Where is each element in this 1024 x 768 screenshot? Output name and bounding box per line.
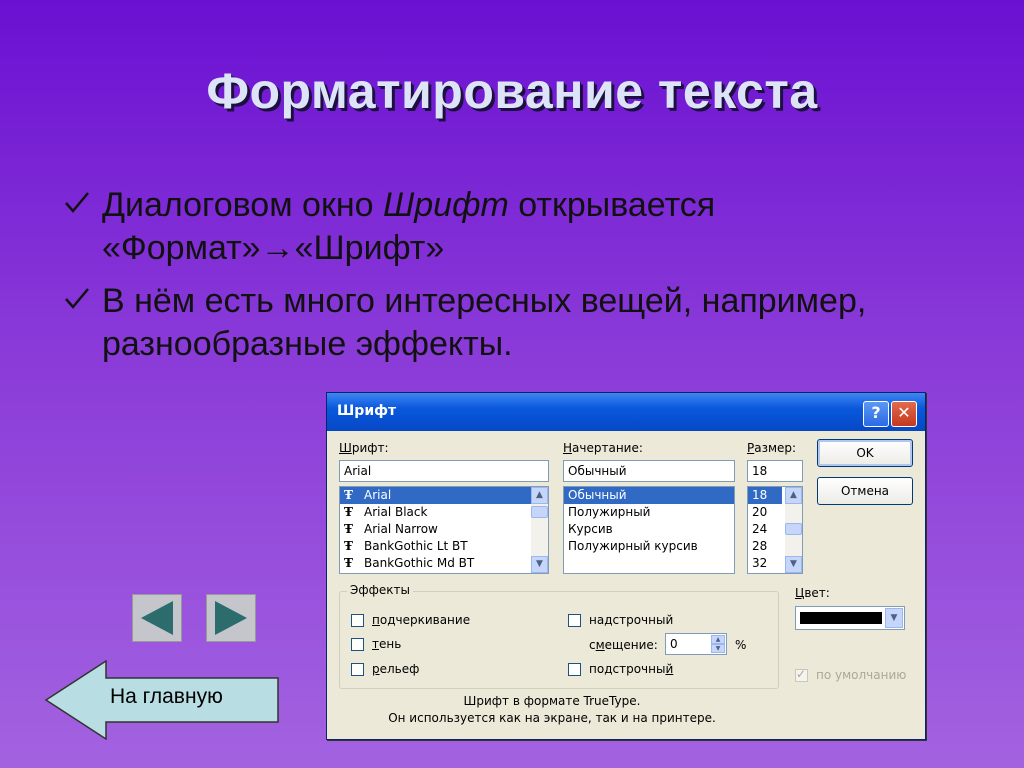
font-info: Шрифт в формате TrueType. Он используетс… — [327, 693, 777, 727]
chevron-down-icon[interactable]: ▼ — [885, 608, 903, 628]
truetype-icon: Ŧ — [344, 505, 353, 519]
font-list[interactable]: Ŧ Arial Ŧ Arial Black Ŧ Arial Narrow Ŧ BankG… — [339, 486, 549, 574]
checkmark-icon — [65, 192, 89, 213]
scroll-up-icon[interactable]: ▲ — [531, 487, 548, 504]
shadow-label: тень — [372, 637, 402, 651]
list-item[interactable]: Ŧ BankGothic Md BT — [340, 555, 548, 572]
spin-down-icon[interactable]: ▼ — [711, 644, 725, 653]
list-item[interactable]: Ŧ Arial Narrow — [340, 521, 548, 538]
scroll-down-icon[interactable]: ▼ — [531, 556, 548, 573]
list-item[interactable]: Курсив — [564, 521, 734, 538]
style-label: Начертание: — [563, 441, 643, 455]
list-item[interactable]: Полужирный курсив — [564, 538, 734, 555]
font-name-input[interactable]: Arial — [339, 460, 549, 482]
checkmark-icon — [65, 288, 89, 309]
ok-button[interactable]: OK — [817, 439, 913, 467]
superscript-checkbox[interactable] — [568, 614, 581, 627]
subscript-checkbox[interactable] — [568, 663, 581, 676]
arrow-left-icon — [141, 601, 173, 635]
slide-title: Форматирование текста — [206, 63, 818, 119]
scroll-thumb[interactable] — [531, 506, 548, 518]
offset-unit: % — [735, 638, 747, 652]
relief-checkbox[interactable] — [351, 663, 364, 676]
offset-label: смещение: — [589, 638, 658, 652]
next-slide-button[interactable] — [206, 594, 256, 642]
bullet-list: Диалоговом окно Шрифт открывается «Форма… — [62, 184, 962, 376]
bullet-text-before: Диалоговом окно — [102, 186, 383, 224]
size-label: Размер: — [747, 441, 797, 455]
color-label: Цвет: — [795, 586, 830, 600]
truetype-icon: Ŧ — [344, 556, 353, 570]
close-button[interactable]: ✕ — [891, 401, 917, 427]
list-item[interactable]: Ŧ Arial — [340, 487, 548, 504]
previous-slide-button[interactable] — [132, 594, 182, 642]
size-input[interactable]: 18 — [747, 460, 803, 482]
bullet-item: В нём есть много интересных вещей, напри… — [62, 280, 962, 366]
cancel-button[interactable]: Отмена — [817, 477, 913, 505]
list-item[interactable]: Ŧ Arial Black — [340, 504, 548, 521]
font-info-line1: Шрифт в формате TrueType. — [463, 694, 641, 708]
offset-value: 0 — [670, 637, 678, 651]
truetype-icon: Ŧ — [344, 488, 353, 502]
offset-stepper[interactable]: 0 ▲ ▼ — [665, 633, 727, 655]
truetype-icon: Ŧ — [344, 539, 353, 553]
underline-label: подчеркивание — [372, 613, 471, 627]
size-list-scrollbar[interactable]: ▲ ▼ — [785, 487, 802, 573]
help-button[interactable]: ? — [863, 401, 889, 427]
bullet-item: Диалоговом окно Шрифт открывается «Форма… — [62, 184, 962, 270]
default-label: по умолчанию — [816, 668, 907, 682]
superscript-label: надстрочный — [589, 613, 674, 627]
list-item[interactable]: Полужирный — [564, 504, 734, 521]
default-checkbox[interactable] — [795, 667, 808, 682]
color-select[interactable]: ▼ — [795, 606, 905, 630]
relief-label: рельеф — [372, 662, 420, 676]
list-item[interactable]: Ŧ BankGothic Lt BT — [340, 538, 548, 555]
truetype-icon: Ŧ — [344, 522, 353, 536]
scroll-thumb[interactable] — [785, 523, 802, 535]
shadow-checkbox[interactable] — [351, 638, 364, 651]
effects-title: Эффекты — [347, 583, 413, 597]
arrow-right-icon — [215, 601, 247, 635]
list-item[interactable]: 18 — [748, 487, 782, 504]
color-swatch — [800, 612, 882, 624]
scroll-down-icon[interactable]: ▼ — [785, 556, 802, 573]
font-label: Шрифт: — [339, 441, 389, 455]
font-dialog: Шрифт ? ✕ Шрифт: Arial Ŧ Arial Ŧ Arial Bla… — [326, 392, 926, 740]
home-label[interactable]: На главную — [110, 685, 223, 709]
style-list[interactable]: Обычный Полужирный Курсив Полужирный кур… — [563, 486, 735, 574]
dialog-titlebar[interactable]: Шрифт ? ✕ — [327, 393, 925, 431]
font-info-line2: Он используется как на экране, так и на … — [388, 711, 716, 725]
font-list-scrollbar[interactable]: ▲ ▼ — [531, 487, 548, 573]
bullet-text-before: В нём есть много интересных вещей, напри… — [102, 282, 867, 363]
bullet-text-italic: Шрифт — [382, 186, 509, 224]
spin-up-icon[interactable]: ▲ — [711, 635, 725, 644]
underline-checkbox[interactable] — [351, 614, 364, 627]
size-list[interactable]: 18 20 24 28 32 ▲ ▼ — [747, 486, 803, 574]
scroll-up-icon[interactable]: ▲ — [785, 487, 802, 504]
dialog-title: Шрифт — [337, 403, 397, 419]
subscript-label: подстрочный — [589, 662, 674, 676]
style-input[interactable]: Обычный — [563, 460, 735, 482]
list-item[interactable]: Обычный — [564, 487, 734, 504]
